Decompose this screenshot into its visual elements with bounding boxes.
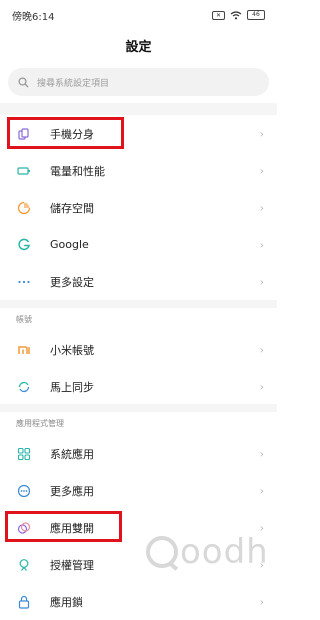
settings-item-label: 更多應用 [50,484,94,498]
chevron-right-icon: › [259,275,264,288]
chevron-right-icon: › [259,343,264,356]
settings-item-label: 儲存空間 [50,201,94,215]
settings-item-more-apps[interactable]: 更多應用 › [0,472,277,509]
search-placeholder: 搜尋系統設定項目 [37,78,110,89]
google-icon [17,238,31,252]
chevron-right-icon: › [259,595,264,608]
battery-indicator: 46 [247,10,265,20]
settings-item-google[interactable]: Google › [0,226,277,263]
system-apps-icon [17,447,31,461]
more-dots-icon [17,275,31,289]
settings-item-label: 馬上同步 [50,380,94,394]
settings-item-label: 系統應用 [50,447,94,461]
settings-item-label: 應用鎖 [50,595,83,609]
watermark: oodh [146,532,269,572]
highlight-box [5,511,122,542]
chevron-right-icon: › [259,380,264,393]
settings-item-mi-account[interactable]: 小米帳號 › [0,331,277,368]
chevron-right-icon: › [259,238,264,251]
section-header-app-management: 應用程式管理 [16,418,64,428]
section-divider [0,103,277,115]
chevron-right-icon: › [259,201,264,214]
settings-item-system-apps[interactable]: 系統應用 › [0,435,277,472]
chevron-right-icon: › [259,447,264,460]
search-icon [18,76,29,87]
section-header-account: 帳號 [16,314,32,324]
settings-item-storage[interactable]: 儲存空間 › [0,189,277,226]
settings-item-label: Google [50,238,89,251]
page-title: 設定 [125,40,152,55]
section-divider [0,300,277,308]
settings-item-sync[interactable]: 馬上同步 › [0,368,277,405]
chevron-right-icon: › [259,484,264,497]
settings-item-more-settings[interactable]: 更多設定 › [0,263,277,300]
watermark-logo-icon [146,536,178,568]
section-divider [0,404,277,412]
battery-icon [17,164,31,178]
sync-icon [17,380,31,394]
settings-item-label: 小米帳號 [50,343,94,357]
status-time: 傍晚6:14 [12,11,55,23]
settings-item-battery[interactable]: 電量和性能 › [0,152,277,189]
mi-logo-icon [17,343,31,357]
highlight-box [7,117,124,149]
chevron-right-icon: › [259,127,264,140]
app-lock-icon [17,595,31,609]
status-icons: ✕ 46 [212,10,265,20]
settings-item-label: 授權管理 [50,558,94,572]
wifi-icon [230,10,242,19]
settings-item-app-lock[interactable]: 應用鎖 › [0,583,277,620]
chevron-right-icon: › [259,164,264,177]
permissions-icon [17,558,31,572]
no-sim-icon: ✕ [212,10,225,20]
search-input[interactable]: 搜尋系統設定項目 [8,68,269,96]
status-bar: 傍晚6:14 ✕ 46 [0,0,277,30]
more-apps-icon [17,484,31,498]
watermark-text: oodh [180,532,269,572]
storage-icon [17,201,31,215]
settings-item-label: 電量和性能 [50,164,105,178]
settings-item-label: 更多設定 [50,275,94,289]
